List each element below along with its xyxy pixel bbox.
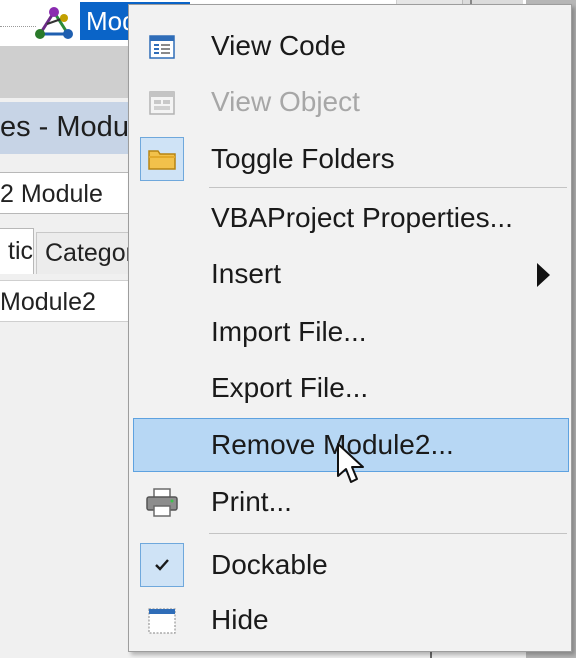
menu-item-toggle-folders[interactable]: Toggle Folders (129, 135, 571, 185)
property-name-value[interactable]: Module2 (0, 280, 140, 322)
mouse-pointer-icon (337, 443, 364, 483)
menu-item-label: Dockable (211, 549, 328, 580)
menu-item-label: Export File... (211, 372, 369, 403)
menu-item-label: VBAProject Properties... (211, 202, 513, 233)
menu-item-import-file[interactable]: Import File... (129, 309, 571, 357)
menu-item-label: Print... (211, 486, 292, 517)
menu-item-hide[interactable]: Hide (129, 597, 571, 645)
tab-alphabetic[interactable]: tic (0, 228, 34, 274)
tab-categorized[interactable]: Categor (36, 232, 140, 274)
tree-connector-line (0, 26, 36, 27)
submenu-arrow-icon (537, 263, 550, 287)
object-dropdown[interactable]: 2 Module (0, 172, 140, 214)
folder-icon (148, 150, 176, 170)
menu-item-view-object[interactable]: View Object (129, 79, 571, 127)
menu-item-label: Remove Module2... (211, 429, 454, 460)
menu-item-label: Import File... (211, 316, 367, 347)
properties-window-title: es - Modu (0, 102, 140, 154)
menu-separator (209, 533, 567, 534)
menu-item-view-code[interactable]: View Code (129, 23, 571, 71)
menu-item-vbaproject-properties[interactable]: VBAProject Properties... (129, 195, 571, 243)
menu-separator (209, 187, 567, 188)
menu-item-label: Hide (211, 604, 269, 635)
menu-item-insert[interactable]: Insert (129, 251, 571, 299)
menu-item-dockable[interactable]: Dockable (129, 541, 571, 591)
module-icon (35, 7, 73, 39)
view-code-icon (149, 35, 175, 59)
menu-item-label: View Object (211, 86, 360, 117)
context-menu: View Code View Object Toggle Folders VBA… (128, 4, 572, 652)
menu-item-label: Toggle Folders (211, 143, 395, 174)
checkmark-icon (155, 559, 169, 571)
window-icon (148, 608, 176, 634)
menu-item-export-file[interactable]: Export File... (129, 365, 571, 413)
view-object-icon (149, 91, 175, 115)
menu-item-label: Insert (211, 258, 282, 289)
printer-icon (146, 488, 178, 517)
menu-item-label: View Code (211, 30, 346, 61)
